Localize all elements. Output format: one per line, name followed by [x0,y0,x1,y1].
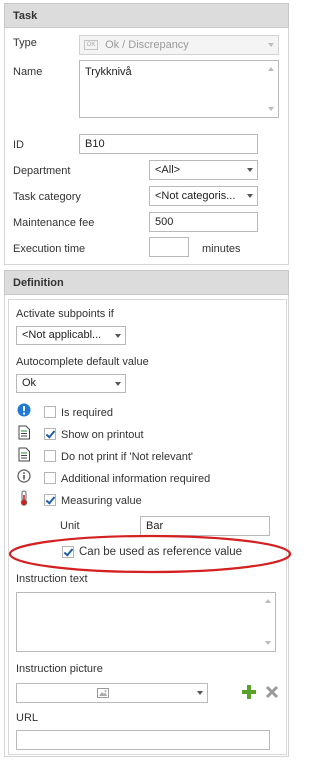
chevron-down-icon [268,43,274,47]
measuring-value-label: Measuring value [61,495,142,507]
department-value: <All> [155,164,181,176]
image-icon [97,688,109,698]
department-label: Department [13,165,71,177]
chevron-down-icon [247,168,253,172]
show-on-printout-label: Show on printout [61,429,144,441]
delete-icon[interactable] [265,685,279,699]
autocomplete-label: Autocomplete default value [16,356,149,368]
type-select[interactable]: OK Ok / Discrepancy [79,35,279,55]
type-value: Ok / Discrepancy [105,39,189,51]
document-icon [18,447,30,462]
additional-info-label: Additional information required [61,473,211,485]
id-value: B10 [85,138,105,150]
measuring-value-checkbox[interactable] [44,494,56,506]
chevron-down-icon [115,381,121,386]
maintenance-fee-input[interactable]: 500 [149,212,258,232]
is-required-label: Is required [61,407,113,419]
definition-panel-title: Definition [13,277,64,289]
is-required-checkbox[interactable] [44,406,56,418]
scroll-up-icon[interactable] [268,67,274,71]
do-not-print-checkbox[interactable] [44,450,56,462]
ok-discrepancy-icon: OK [84,40,98,51]
task-category-label: Task category [13,191,81,203]
do-not-print-label: Do not print if 'Not relevant' [61,451,193,463]
type-label: Type [13,37,37,49]
info-icon [17,469,31,483]
execution-time-unit: minutes [202,243,241,255]
task-panel-header: Task [4,3,289,28]
instruction-picture-label: Instruction picture [16,663,103,675]
id-input[interactable]: B10 [79,134,258,154]
maintenance-fee-label: Maintenance fee [13,217,95,229]
autocomplete-value: Ok [22,377,37,389]
name-textarea[interactable]: Trykknivå [79,60,279,118]
execution-time-label: Execution time [13,243,86,255]
instruction-picture-select[interactable] [16,683,208,703]
add-icon[interactable] [242,685,256,699]
task-category-value: <Not categoris... [155,190,236,202]
task-category-select[interactable]: <Not categoris... [149,186,258,206]
url-input[interactable] [16,730,270,750]
name-label: Name [13,66,43,78]
document-icon [18,425,30,440]
scroll-down-icon[interactable] [265,641,271,645]
chevron-down-icon [247,194,253,198]
additional-info-checkbox[interactable] [44,472,56,484]
execution-time-input[interactable] [149,237,189,257]
scroll-up-icon[interactable] [265,599,271,603]
show-on-printout-checkbox[interactable] [44,428,56,440]
activate-subpoints-value: <Not applicabl... [22,329,102,341]
name-value: Trykknivå [85,66,132,78]
definition-panel-header: Definition [4,270,289,295]
instruction-text-textarea[interactable] [16,592,276,652]
url-label: URL [16,712,39,724]
task-panel-title: Task [13,10,38,22]
chevron-down-icon [115,333,121,338]
maintenance-fee-value: 500 [155,216,174,228]
activate-subpoints-label: Activate subpoints if [16,308,114,320]
id-label: ID [13,139,24,151]
autocomplete-select[interactable]: Ok [16,374,126,393]
exclamation-icon [17,403,31,417]
chevron-down-icon [197,691,203,695]
thermometer-icon [20,490,28,506]
department-select[interactable]: <All> [149,160,258,180]
scroll-down-icon[interactable] [268,107,274,111]
instruction-text-label: Instruction text [16,573,88,585]
activate-subpoints-select[interactable]: <Not applicabl... [16,326,126,345]
